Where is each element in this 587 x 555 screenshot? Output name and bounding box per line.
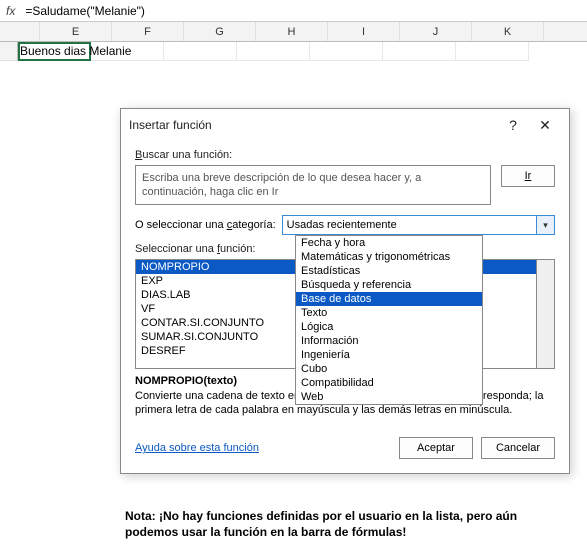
help-link[interactable]: Ayuda sobre esta función [135, 442, 391, 454]
row-header[interactable] [0, 42, 18, 61]
corner-cell [0, 22, 40, 41]
category-select[interactable]: Usadas recientemente ▾ [282, 215, 555, 235]
search-label: Buscar una función: [135, 149, 555, 161]
category-option[interactable]: Compatibilidad [296, 376, 482, 390]
formula-input[interactable] [21, 2, 587, 20]
close-button[interactable]: ✕ [529, 117, 561, 134]
fx-icon[interactable]: fx [0, 4, 21, 18]
cell[interactable] [237, 42, 310, 61]
help-button[interactable]: ? [497, 117, 529, 133]
category-option[interactable]: Información [296, 334, 482, 348]
category-option[interactable]: Ingeniería [296, 348, 482, 362]
insert-function-dialog: Insertar función ? ✕ Buscar una función:… [120, 108, 570, 474]
cancel-button[interactable]: Cancelar [481, 437, 555, 459]
col-header[interactable]: E [40, 22, 112, 41]
category-option[interactable]: Web [296, 390, 482, 404]
footnote-text: Nota: ¡No hay funciones definidas por el… [125, 508, 555, 540]
col-header[interactable]: K [472, 22, 544, 41]
col-header[interactable]: G [184, 22, 256, 41]
category-option[interactable]: Lógica [296, 320, 482, 334]
category-option[interactable]: Base de datos [296, 292, 482, 306]
category-option[interactable]: Fecha y hora [296, 236, 482, 250]
category-dropdown: Fecha y hora Matemáticas y trigonométric… [295, 235, 483, 405]
cell-overflow-text: Buenos dias Melanie [20, 44, 131, 58]
ok-button[interactable]: Aceptar [399, 437, 473, 459]
category-option[interactable]: Estadísticas [296, 264, 482, 278]
category-option[interactable]: Búsqueda y referencia [296, 278, 482, 292]
cell[interactable] [164, 42, 237, 61]
category-option[interactable]: Cubo [296, 362, 482, 376]
column-headers: E F G H I J K [0, 22, 587, 42]
cell[interactable] [310, 42, 383, 61]
category-option[interactable]: Matemáticas y trigonométricas [296, 250, 482, 264]
dialog-titlebar[interactable]: Insertar función ? ✕ [121, 109, 569, 141]
col-header[interactable]: I [328, 22, 400, 41]
search-input[interactable]: Escriba una breve descripción de lo que … [135, 165, 491, 205]
formula-bar: fx [0, 0, 587, 22]
chevron-down-icon[interactable]: ▾ [536, 216, 554, 234]
scrollbar[interactable] [537, 259, 555, 369]
dialog-title: Insertar función [129, 118, 497, 132]
go-button[interactable]: Ir [501, 165, 555, 187]
category-label: O seleccionar una categoría: [135, 219, 276, 231]
col-header[interactable]: F [112, 22, 184, 41]
cell[interactable] [383, 42, 456, 61]
col-header[interactable]: J [400, 22, 472, 41]
category-selected-value: Usadas recientemente [287, 219, 397, 231]
cell[interactable] [456, 42, 529, 61]
category-option[interactable]: Texto [296, 306, 482, 320]
col-header[interactable]: H [256, 22, 328, 41]
